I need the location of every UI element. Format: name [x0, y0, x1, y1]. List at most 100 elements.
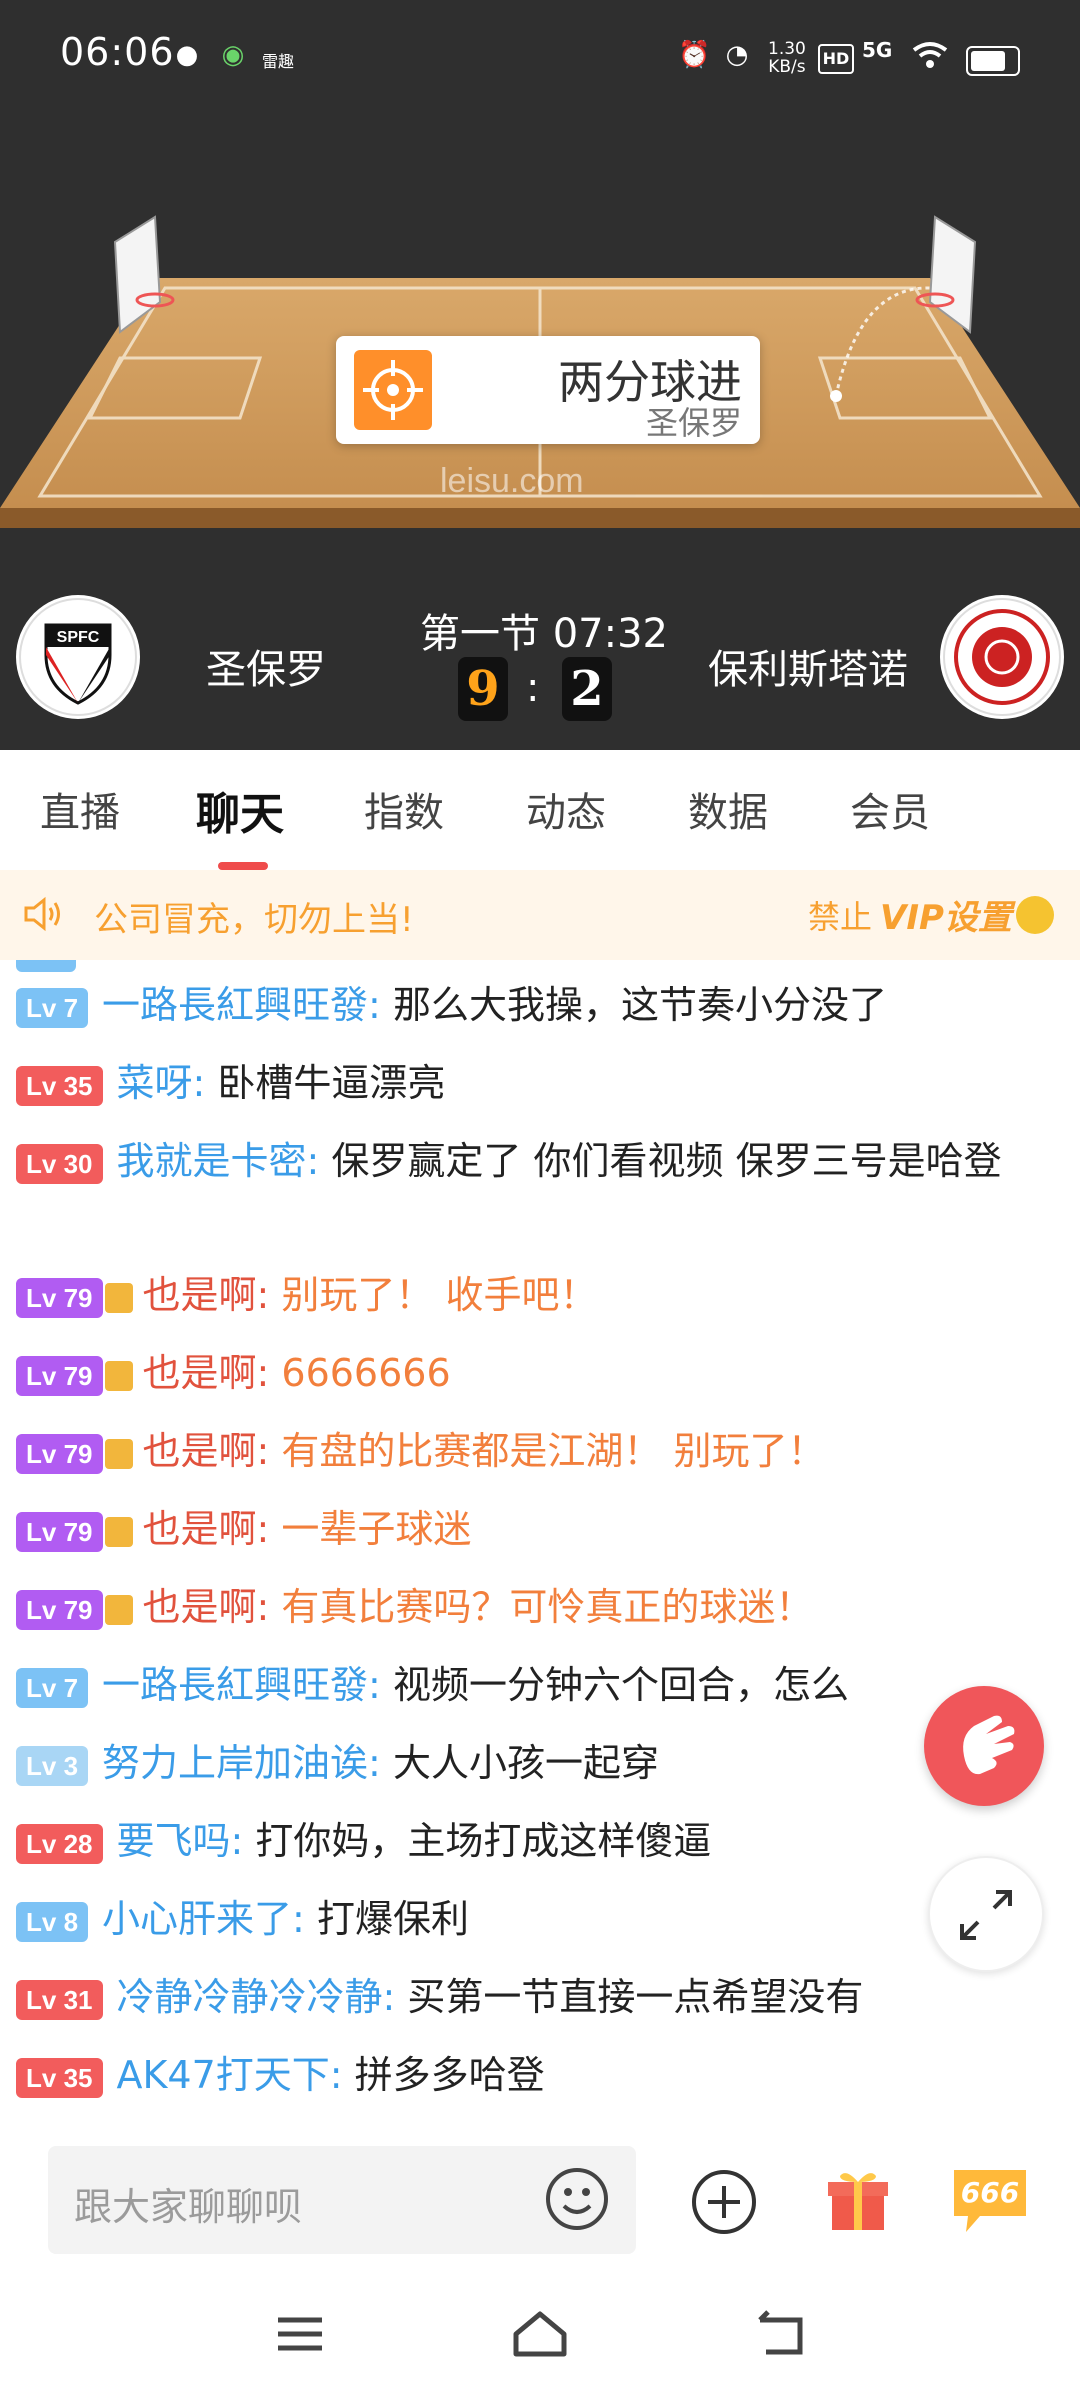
clap-icon [963, 1715, 1015, 1775]
tab-odds[interactable]: 指数 [364, 780, 444, 838]
vip-icon [104, 1282, 133, 1313]
chat-input-placeholder: 跟大家聊聊呗 [74, 2185, 303, 2229]
username[interactable]: 冷静冷静冷冷静: [117, 1975, 396, 2019]
target-icon [354, 350, 432, 430]
vip-icon [104, 1516, 133, 1547]
list-item: Lv 35 AK47打天下: 拼多多哈登 [16, 2046, 1056, 2104]
score-separator: : [526, 665, 540, 711]
username[interactable]: 菜呀: [117, 1061, 206, 1105]
username[interactable]: 我就是卡密: [117, 1139, 320, 1183]
status-time: 06:06 [60, 30, 175, 74]
list-item: Lv 79 也是啊: 一辈子球迷 [16, 1500, 1056, 1558]
speaker-icon [24, 896, 60, 932]
vip-icon [104, 1360, 133, 1391]
message-text: 别玩了！ 收手吧！ [281, 1273, 598, 1317]
away-team-logo[interactable] [940, 595, 1064, 719]
emoji-icon[interactable] [544, 2166, 610, 2232]
sixsix-button[interactable]: 666 [950, 2166, 1030, 2236]
message-text: 买第一节直接一点希望没有 [407, 1975, 864, 2019]
list-item: Lv 8 小心肝来了: 打爆保利 [16, 1890, 1056, 1948]
vip-toggle-icon[interactable] [1016, 896, 1054, 934]
list-item: Lv 30 我就是卡密: 保罗赢定了 你们看视频 保罗三号是哈登 [16, 1132, 1056, 1190]
level-badge: Lv 31 [16, 1979, 103, 2020]
level-badge: Lv 28 [16, 1823, 103, 1864]
back-icon[interactable] [750, 2306, 810, 2362]
username[interactable]: 小心肝来了: [102, 1897, 305, 1941]
clap-button[interactable] [924, 1686, 1044, 1806]
fullscreen-button[interactable] [928, 1856, 1044, 1972]
vip-icon [104, 1438, 133, 1469]
username[interactable]: 努力上岸加油诶: [102, 1741, 381, 1785]
message-text: 保罗赢定了 你们看视频 保罗三号是哈登 [331, 1139, 1002, 1183]
list-item: Lv 3 努力上岸加油诶: 大人小孩一起穿 [16, 1734, 1056, 1792]
list-item: Lv 79 也是啊: 有盘的比赛都是江湖！ 别玩了！ [16, 1422, 1056, 1480]
username[interactable]: 也是啊: [143, 1273, 270, 1317]
tab-events[interactable]: 动态 [526, 780, 606, 838]
home-score: 9 [458, 657, 508, 721]
level-badge: Lv 79 [16, 1589, 103, 1630]
left-hoop-icon [113, 215, 175, 334]
away-score: 2 [562, 657, 612, 721]
tab-member[interactable]: 会员 [850, 780, 930, 838]
system-nav-bar [0, 2270, 1080, 2400]
add-icon[interactable] [690, 2168, 758, 2236]
chat-input[interactable]: 跟大家聊聊呗 [48, 2146, 636, 2254]
list-item: Lv 31 冷静冷静冷冷静: 买第一节直接一点希望没有 [16, 1968, 1056, 2026]
message-text: 那么大我操，这节奏小分没了 [392, 983, 887, 1027]
battery-icon [966, 46, 1020, 76]
message-text: 拼多多哈登 [354, 2053, 545, 2097]
vip-icon [104, 1594, 133, 1625]
list-item: Lv 79 也是啊: 别玩了！ 收手吧！ [16, 1266, 1056, 1324]
shot-trajectory [830, 286, 931, 402]
ban-label[interactable]: 禁止 [808, 892, 872, 938]
level-badge: Lv 7 [16, 987, 89, 1028]
tab-bar: 直播 聊天 指数 动态 数据 会员 [0, 750, 1080, 870]
username[interactable]: 要飞吗: [117, 1819, 244, 1863]
username[interactable]: 也是啊: [143, 1351, 270, 1395]
username[interactable]: 也是啊: [143, 1507, 270, 1551]
username[interactable]: 也是啊: [143, 1585, 270, 1629]
gift-icon[interactable] [826, 2168, 890, 2234]
level-badge: Lv 3 [16, 1745, 89, 1786]
home-logo-text: SPFC [57, 629, 100, 646]
level-badge: Lv 7 [16, 1667, 89, 1708]
globe-icon: ● [175, 40, 199, 70]
home-team-name[interactable]: 圣保罗 [206, 637, 326, 695]
list-item: Lv 35 菜呀: 卧槽牛逼漂亮 [16, 1054, 1056, 1112]
chat-list[interactable]: Lv 7 一路長紅興旺發: 那么大我操，这节奏小分没了 Lv 35 菜呀: 卧槽牛逼… [0, 960, 1080, 2130]
carrier-label: 雷趣 [262, 52, 295, 71]
tab-chat[interactable]: 聊天 [196, 778, 284, 842]
sixsix-label: 666 [960, 2176, 1020, 2209]
speedometer-icon: ◔ [725, 40, 749, 70]
list-item: Lv 79 也是啊: 有真比赛吗？可怜真正的球迷！ [16, 1578, 1056, 1636]
level-badge: Lv 30 [16, 1143, 103, 1184]
net-speed: 1.30 KB/s [768, 39, 806, 77]
message-text: 有盘的比赛都是江湖！ 别玩了！ [281, 1429, 826, 1473]
court-animation-area: 06:06 ● ◉ 雷趣 ⏰ ◔ 1.30 KB/s HD 5G leisu.c… [0, 0, 1080, 573]
expand-icon [960, 1890, 1012, 1940]
username[interactable]: 一路長紅興旺發: [102, 1663, 381, 1707]
alarm-icon: ⏰ [678, 40, 711, 70]
vip-setting-link[interactable]: VIP设置 [880, 890, 1012, 939]
event-team: 圣保罗 [645, 404, 742, 442]
menu-icon[interactable] [270, 2306, 330, 2362]
list-item: Lv 28 要飞吗: 打你妈，主场打成这样傻逼 [16, 1812, 1056, 1870]
away-team-name[interactable]: 保利斯塔诺 [708, 637, 908, 695]
level-badge: Lv 79 [16, 1355, 103, 1396]
list-item: Lv 7 一路長紅興旺發: 那么大我操，这节奏小分没了 [16, 976, 1056, 1034]
wifi-icon [912, 40, 948, 70]
message-text: 一辈子球迷 [281, 1507, 472, 1551]
message-text: 视频一分钟六个回合，怎么 [392, 1663, 849, 1707]
tab-live[interactable]: 直播 [40, 780, 120, 838]
level-badge: Lv 35 [16, 2057, 103, 2098]
home-icon[interactable] [510, 2306, 570, 2362]
username[interactable]: AK47打天下: [117, 2053, 343, 2097]
username[interactable]: 也是啊: [143, 1429, 270, 1473]
tab-stats[interactable]: 数据 [688, 780, 768, 838]
username[interactable]: 一路長紅興旺發: [102, 983, 381, 1027]
app-icon: ◉ [221, 40, 245, 70]
list-item: Lv 7 一路長紅興旺發: 视频一分钟六个回合，怎么 [16, 1656, 1056, 1714]
home-team-logo[interactable]: SPFC [16, 595, 140, 719]
active-tab-indicator [218, 862, 268, 870]
signal-5g-icon: 5G [862, 38, 893, 62]
